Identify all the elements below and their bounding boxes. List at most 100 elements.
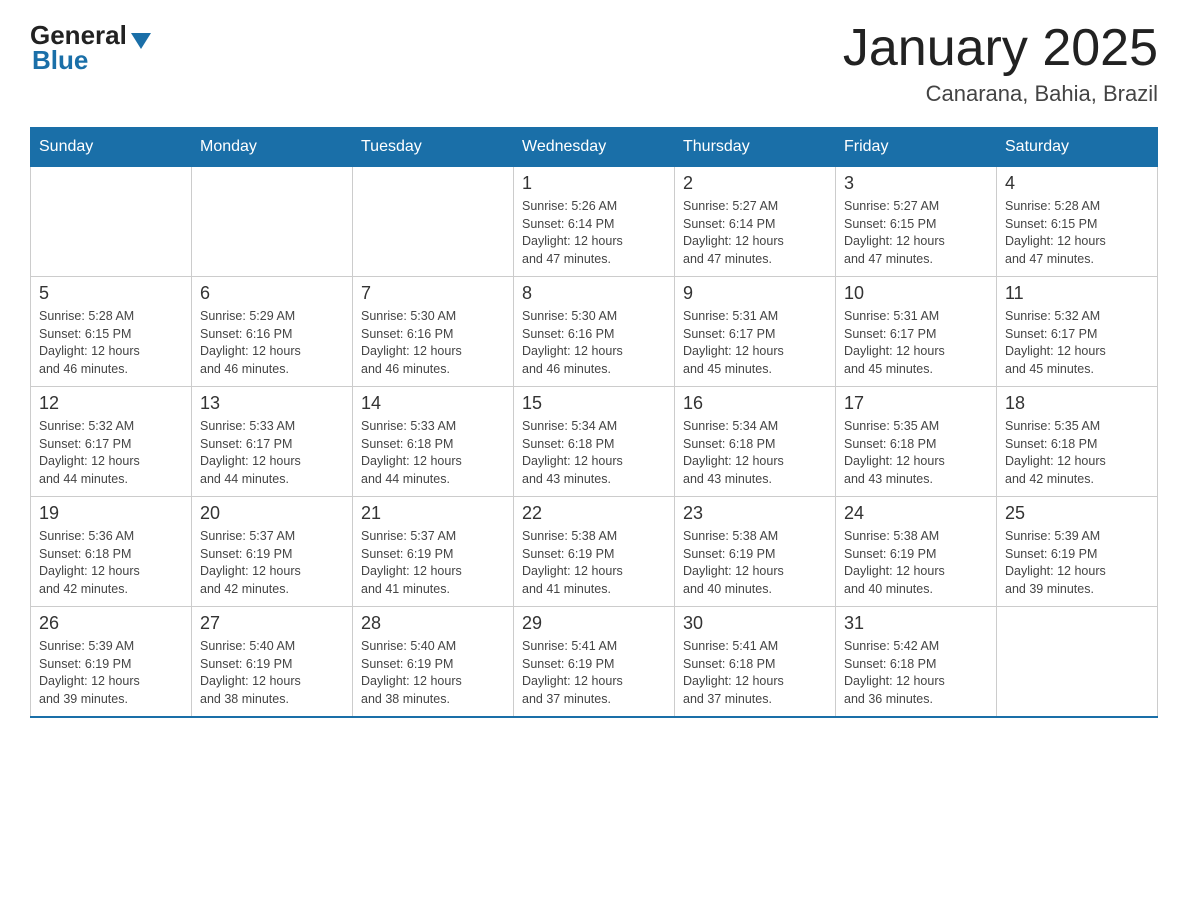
day-number: 5 <box>39 283 183 304</box>
day-number: 31 <box>844 613 988 634</box>
day-number: 21 <box>361 503 505 524</box>
day-info: Sunrise: 5:33 AM Sunset: 6:18 PM Dayligh… <box>361 418 505 488</box>
calendar-cell: 3 Sunrise: 5:27 AM Sunset: 6:15 PM Daylig… <box>836 167 997 277</box>
calendar-cell: 9 Sunrise: 5:31 AM Sunset: 6:17 PM Daylig… <box>675 277 836 387</box>
calendar-cell: 15 Sunrise: 5:34 AM Sunset: 6:18 PM Dayli… <box>514 387 675 497</box>
day-number: 26 <box>39 613 183 634</box>
calendar-week-3: 12 Sunrise: 5:32 AM Sunset: 6:17 PM Dayli… <box>31 387 1158 497</box>
day-number: 9 <box>683 283 827 304</box>
day-info: Sunrise: 5:35 AM Sunset: 6:18 PM Dayligh… <box>844 418 988 488</box>
day-info: Sunrise: 5:30 AM Sunset: 6:16 PM Dayligh… <box>522 308 666 378</box>
day-number: 29 <box>522 613 666 634</box>
day-number: 13 <box>200 393 344 414</box>
day-info: Sunrise: 5:27 AM Sunset: 6:15 PM Dayligh… <box>844 198 988 268</box>
day-info: Sunrise: 5:40 AM Sunset: 6:19 PM Dayligh… <box>200 638 344 708</box>
day-info: Sunrise: 5:38 AM Sunset: 6:19 PM Dayligh… <box>522 528 666 598</box>
day-number: 24 <box>844 503 988 524</box>
calendar-header: SundayMondayTuesdayWednesdayThursdayFrid… <box>31 128 1158 167</box>
day-info: Sunrise: 5:39 AM Sunset: 6:19 PM Dayligh… <box>39 638 183 708</box>
day-info: Sunrise: 5:28 AM Sunset: 6:15 PM Dayligh… <box>1005 198 1149 268</box>
day-info: Sunrise: 5:33 AM Sunset: 6:17 PM Dayligh… <box>200 418 344 488</box>
day-info: Sunrise: 5:42 AM Sunset: 6:18 PM Dayligh… <box>844 638 988 708</box>
weekday-header-tuesday: Tuesday <box>353 128 514 167</box>
day-number: 8 <box>522 283 666 304</box>
day-number: 2 <box>683 173 827 194</box>
day-number: 17 <box>844 393 988 414</box>
calendar-cell: 13 Sunrise: 5:33 AM Sunset: 6:17 PM Dayli… <box>192 387 353 497</box>
day-info: Sunrise: 5:34 AM Sunset: 6:18 PM Dayligh… <box>522 418 666 488</box>
calendar-week-5: 26 Sunrise: 5:39 AM Sunset: 6:19 PM Dayli… <box>31 607 1158 717</box>
day-info: Sunrise: 5:27 AM Sunset: 6:14 PM Dayligh… <box>683 198 827 268</box>
weekday-row: SundayMondayTuesdayWednesdayThursdayFrid… <box>31 128 1158 167</box>
calendar-cell: 11Sunrise: 5:32 AM Sunset: 6:17 PM Dayli… <box>997 277 1158 387</box>
day-info: Sunrise: 5:41 AM Sunset: 6:19 PM Dayligh… <box>522 638 666 708</box>
weekday-header-friday: Friday <box>836 128 997 167</box>
day-number: 22 <box>522 503 666 524</box>
day-number: 19 <box>39 503 183 524</box>
calendar-cell: 26 Sunrise: 5:39 AM Sunset: 6:19 PM Dayli… <box>31 607 192 717</box>
day-number: 25 <box>1005 503 1149 524</box>
day-number: 12 <box>39 393 183 414</box>
day-number: 30 <box>683 613 827 634</box>
calendar-cell: 7Sunrise: 5:30 AM Sunset: 6:16 PM Daylig… <box>353 277 514 387</box>
calendar-cell: 5 Sunrise: 5:28 AM Sunset: 6:15 PM Daylig… <box>31 277 192 387</box>
calendar-cell: 4 Sunrise: 5:28 AM Sunset: 6:15 PM Daylig… <box>997 167 1158 277</box>
calendar-cell <box>31 167 192 277</box>
day-number: 28 <box>361 613 505 634</box>
weekday-header-monday: Monday <box>192 128 353 167</box>
calendar-cell: 12 Sunrise: 5:32 AM Sunset: 6:17 PM Dayli… <box>31 387 192 497</box>
day-info: Sunrise: 5:37 AM Sunset: 6:19 PM Dayligh… <box>361 528 505 598</box>
logo-triangle-icon <box>131 33 151 49</box>
day-info: Sunrise: 5:31 AM Sunset: 6:17 PM Dayligh… <box>683 308 827 378</box>
calendar-cell: 19Sunrise: 5:36 AM Sunset: 6:18 PM Dayli… <box>31 497 192 607</box>
calendar-cell: 18 Sunrise: 5:35 AM Sunset: 6:18 PM Dayli… <box>997 387 1158 497</box>
day-number: 11 <box>1005 283 1149 304</box>
day-info: Sunrise: 5:32 AM Sunset: 6:17 PM Dayligh… <box>39 418 183 488</box>
day-info: Sunrise: 5:35 AM Sunset: 6:18 PM Dayligh… <box>1005 418 1149 488</box>
day-number: 18 <box>1005 393 1149 414</box>
weekday-header-saturday: Saturday <box>997 128 1158 167</box>
calendar-cell: 10 Sunrise: 5:31 AM Sunset: 6:17 PM Dayli… <box>836 277 997 387</box>
day-info: Sunrise: 5:29 AM Sunset: 6:16 PM Dayligh… <box>200 308 344 378</box>
day-info: Sunrise: 5:41 AM Sunset: 6:18 PM Dayligh… <box>683 638 827 708</box>
calendar-cell: 1Sunrise: 5:26 AM Sunset: 6:14 PM Daylig… <box>514 167 675 277</box>
day-info: Sunrise: 5:31 AM Sunset: 6:17 PM Dayligh… <box>844 308 988 378</box>
calendar-cell: 23Sunrise: 5:38 AM Sunset: 6:19 PM Dayli… <box>675 497 836 607</box>
day-number: 20 <box>200 503 344 524</box>
day-number: 3 <box>844 173 988 194</box>
calendar-cell <box>997 607 1158 717</box>
day-info: Sunrise: 5:30 AM Sunset: 6:16 PM Dayligh… <box>361 308 505 378</box>
logo-blue: Blue <box>32 45 88 76</box>
day-number: 6 <box>200 283 344 304</box>
day-number: 4 <box>1005 173 1149 194</box>
page-title: January 2025 <box>843 20 1158 77</box>
calendar-cell: 8 Sunrise: 5:30 AM Sunset: 6:16 PM Daylig… <box>514 277 675 387</box>
calendar-cell: 22 Sunrise: 5:38 AM Sunset: 6:19 PM Dayli… <box>514 497 675 607</box>
day-number: 10 <box>844 283 988 304</box>
day-number: 15 <box>522 393 666 414</box>
calendar-cell: 21 Sunrise: 5:37 AM Sunset: 6:19 PM Dayli… <box>353 497 514 607</box>
day-number: 27 <box>200 613 344 634</box>
calendar-week-4: 19Sunrise: 5:36 AM Sunset: 6:18 PM Dayli… <box>31 497 1158 607</box>
day-number: 14 <box>361 393 505 414</box>
calendar-cell: 16 Sunrise: 5:34 AM Sunset: 6:18 PM Dayli… <box>675 387 836 497</box>
calendar-cell: 31 Sunrise: 5:42 AM Sunset: 6:18 PM Dayli… <box>836 607 997 717</box>
calendar-cell: 24 Sunrise: 5:38 AM Sunset: 6:19 PM Dayli… <box>836 497 997 607</box>
calendar-cell: 6 Sunrise: 5:29 AM Sunset: 6:16 PM Daylig… <box>192 277 353 387</box>
weekday-header-wednesday: Wednesday <box>514 128 675 167</box>
weekday-header-thursday: Thursday <box>675 128 836 167</box>
calendar-week-1: 1Sunrise: 5:26 AM Sunset: 6:14 PM Daylig… <box>31 167 1158 277</box>
day-number: 16 <box>683 393 827 414</box>
calendar-table: SundayMondayTuesdayWednesdayThursdayFrid… <box>30 127 1158 718</box>
calendar-week-2: 5 Sunrise: 5:28 AM Sunset: 6:15 PM Daylig… <box>31 277 1158 387</box>
day-info: Sunrise: 5:28 AM Sunset: 6:15 PM Dayligh… <box>39 308 183 378</box>
calendar-cell: 20Sunrise: 5:37 AM Sunset: 6:19 PM Dayli… <box>192 497 353 607</box>
calendar-cell: 27 Sunrise: 5:40 AM Sunset: 6:19 PM Dayli… <box>192 607 353 717</box>
day-info: Sunrise: 5:26 AM Sunset: 6:14 PM Dayligh… <box>522 198 666 268</box>
weekday-header-sunday: Sunday <box>31 128 192 167</box>
day-info: Sunrise: 5:34 AM Sunset: 6:18 PM Dayligh… <box>683 418 827 488</box>
calendar-cell: 17 Sunrise: 5:35 AM Sunset: 6:18 PM Dayli… <box>836 387 997 497</box>
calendar-cell: 29 Sunrise: 5:41 AM Sunset: 6:19 PM Dayli… <box>514 607 675 717</box>
day-info: Sunrise: 5:38 AM Sunset: 6:19 PM Dayligh… <box>844 528 988 598</box>
calendar-cell <box>192 167 353 277</box>
